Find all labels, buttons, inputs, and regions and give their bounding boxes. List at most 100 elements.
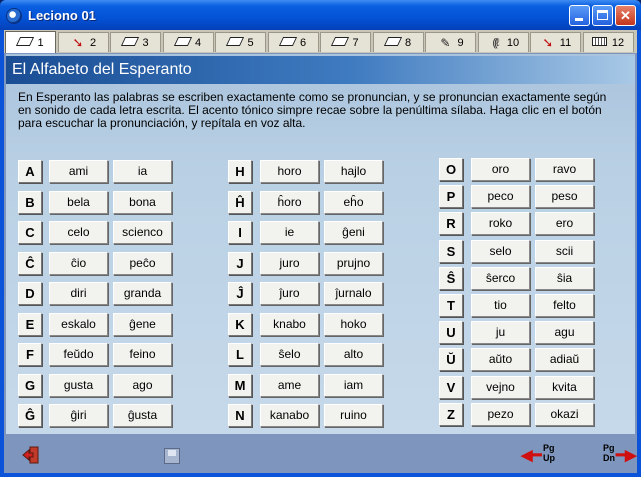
word-button[interactable]: alto [324, 343, 383, 366]
word-button[interactable]: okazi [535, 402, 594, 426]
word-button[interactable]: ĝeni [324, 221, 383, 244]
word-button[interactable]: iam [324, 373, 383, 397]
word-button[interactable]: granda [113, 282, 172, 305]
tab-4[interactable]: 4 [162, 32, 214, 52]
letter-button[interactable]: F [18, 343, 42, 366]
word-button[interactable]: knabo [260, 312, 319, 336]
word-button[interactable]: tio [471, 294, 530, 317]
tab-5[interactable]: 5 [215, 32, 266, 52]
word-button[interactable]: gusta [49, 373, 108, 397]
tab-11[interactable]: ➘ 11 [530, 32, 581, 52]
tab-9[interactable]: ✎ 9 [425, 32, 476, 52]
tab-12[interactable]: 12 [582, 32, 634, 52]
word-button[interactable]: ia [113, 160, 172, 183]
word-button[interactable]: ame [260, 373, 319, 397]
word-button[interactable]: ie [260, 221, 319, 244]
word-button[interactable]: ĵuro [260, 282, 319, 305]
letter-button[interactable]: H [228, 160, 252, 183]
letter-button[interactable]: D [18, 282, 42, 305]
word-button[interactable]: feino [113, 343, 172, 366]
tab-2[interactable]: ➘ 2 [57, 32, 109, 52]
letter-button[interactable]: B [18, 190, 42, 214]
letter-button[interactable]: M [228, 373, 252, 397]
word-button[interactable]: ĉio [49, 251, 108, 275]
letter-button[interactable]: C [18, 221, 42, 244]
word-button[interactable]: felto [535, 294, 594, 317]
word-button[interactable]: kvita [535, 375, 594, 399]
letter-button[interactable]: V [439, 375, 463, 399]
word-button[interactable]: pezo [471, 402, 530, 426]
word-button[interactable]: aŭto [471, 348, 530, 372]
letter-button[interactable]: E [18, 312, 42, 336]
letter-button[interactable]: P [439, 185, 463, 209]
word-button[interactable]: ago [113, 373, 172, 397]
tab-8[interactable]: 8 [372, 32, 424, 52]
word-button[interactable]: selo [471, 239, 530, 263]
word-button[interactable]: juro [260, 251, 319, 275]
letter-button[interactable]: U [439, 321, 463, 345]
word-button[interactable]: bona [113, 190, 172, 214]
letter-button[interactable]: Ŭ [439, 348, 463, 372]
letter-button[interactable]: Ĉ [18, 251, 42, 275]
letter-button[interactable]: Z [439, 402, 463, 426]
word-button[interactable]: peso [535, 185, 594, 209]
close-button[interactable]: ✕ [615, 5, 636, 26]
word-button[interactable]: ruino [324, 404, 383, 427]
word-button[interactable]: hajlo [324, 160, 383, 183]
word-button[interactable]: oro [471, 158, 530, 181]
word-button[interactable]: feŭdo [49, 343, 108, 366]
letter-button[interactable]: J [228, 251, 252, 275]
word-button[interactable]: celo [49, 221, 108, 244]
tab-3[interactable]: 3 [110, 32, 161, 52]
letter-button[interactable]: Ĝ [18, 404, 42, 427]
tab-1[interactable]: 1 [5, 31, 56, 53]
maximize-button[interactable] [592, 5, 613, 26]
minimize-button[interactable] [569, 5, 590, 26]
app-icon[interactable] [6, 8, 22, 24]
exit-icon[interactable] [22, 446, 40, 464]
word-button[interactable]: kanabo [260, 404, 319, 427]
word-button[interactable]: ĝusta [113, 404, 172, 427]
word-button[interactable]: ŝelo [260, 343, 319, 366]
word-button[interactable]: hoko [324, 312, 383, 336]
word-button[interactable]: ĵurnalo [324, 282, 383, 305]
letter-button[interactable]: L [228, 343, 252, 366]
word-button[interactable]: ŝia [535, 266, 594, 290]
letter-button[interactable]: Ŝ [439, 266, 463, 290]
word-button[interactable]: horo [260, 160, 319, 183]
word-button[interactable]: peco [471, 185, 530, 209]
tab-6[interactable]: 6 [267, 32, 319, 52]
word-button[interactable]: eĥo [324, 190, 383, 214]
letter-button[interactable]: I [228, 221, 252, 244]
word-button[interactable]: eskalo [49, 312, 108, 336]
word-button[interactable]: agu [535, 321, 594, 345]
word-button[interactable]: scienco [113, 221, 172, 244]
tab-10[interactable]: ((ℓ 10 [477, 32, 529, 52]
letter-button[interactable]: T [439, 294, 463, 317]
tab-7[interactable]: 7 [320, 32, 371, 52]
letter-button[interactable]: A [18, 160, 42, 183]
word-button[interactable]: roko [471, 212, 530, 236]
letter-button[interactable]: N [228, 404, 252, 427]
letter-button[interactable]: S [439, 239, 463, 263]
title-bar[interactable]: Leciono 01 ✕ [0, 0, 641, 30]
word-button[interactable]: ero [535, 212, 594, 236]
letter-button[interactable]: Ĵ [228, 282, 252, 305]
letter-button[interactable]: K [228, 312, 252, 336]
word-button[interactable]: vejno [471, 375, 530, 399]
word-button[interactable]: ami [49, 160, 108, 183]
word-button[interactable]: ju [471, 321, 530, 345]
letter-button[interactable]: O [439, 158, 463, 181]
word-button[interactable]: ŝerco [471, 266, 530, 290]
save-icon[interactable] [164, 448, 180, 464]
word-button[interactable]: scii [535, 239, 594, 263]
word-button[interactable]: adiaŭ [535, 348, 594, 372]
letter-button[interactable]: G [18, 373, 42, 397]
word-button[interactable]: prujno [324, 251, 383, 275]
word-button[interactable]: peĉo [113, 251, 172, 275]
word-button[interactable]: diri [49, 282, 108, 305]
word-button[interactable]: ĥoro [260, 190, 319, 214]
word-button[interactable]: bela [49, 190, 108, 214]
page-down-button[interactable]: Pg Dn ━▶ [598, 442, 637, 468]
letter-button[interactable]: Ĥ [228, 190, 252, 214]
